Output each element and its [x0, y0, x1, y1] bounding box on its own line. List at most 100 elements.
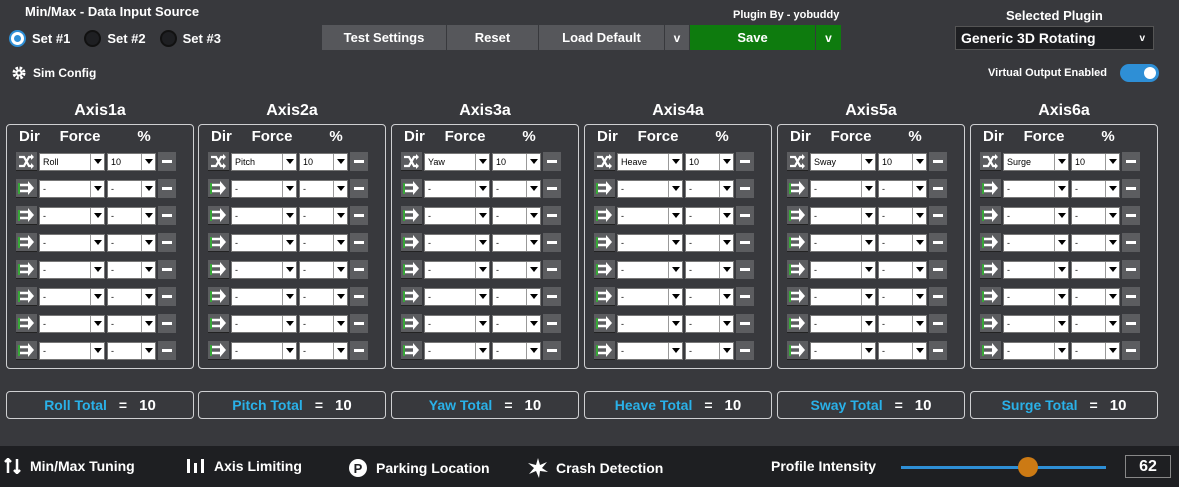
percent-select[interactable]: - — [107, 179, 156, 198]
forward-direction-icon[interactable] — [787, 179, 808, 198]
force-select[interactable]: - — [231, 260, 297, 279]
remove-row-button[interactable] — [350, 287, 368, 306]
percent-select[interactable]: - — [492, 179, 541, 198]
forward-direction-icon[interactable] — [787, 314, 808, 333]
set-2-radio[interactable]: Set #2 — [84, 30, 146, 47]
forward-direction-icon[interactable] — [594, 179, 615, 198]
remove-row-button[interactable] — [158, 287, 176, 306]
force-select[interactable]: - — [231, 314, 297, 333]
percent-select[interactable]: - — [299, 341, 348, 360]
remove-row-button[interactable] — [350, 152, 368, 171]
forward-direction-icon[interactable] — [594, 260, 615, 279]
forward-direction-icon[interactable] — [16, 260, 37, 279]
remove-row-button[interactable] — [543, 341, 561, 360]
percent-select[interactable]: 10 — [1071, 152, 1120, 171]
forward-direction-icon[interactable] — [980, 287, 1001, 306]
forward-direction-icon[interactable] — [401, 233, 422, 252]
forward-direction-icon[interactable] — [787, 206, 808, 225]
force-select[interactable]: - — [1003, 287, 1069, 306]
force-select[interactable]: - — [810, 233, 876, 252]
forward-direction-icon[interactable] — [787, 260, 808, 279]
remove-row-button[interactable] — [736, 287, 754, 306]
remove-row-button[interactable] — [158, 179, 176, 198]
force-select[interactable]: Roll — [39, 152, 105, 171]
force-select[interactable]: - — [810, 287, 876, 306]
force-select[interactable]: - — [1003, 206, 1069, 225]
force-select[interactable]: - — [39, 287, 105, 306]
remove-row-button[interactable] — [736, 206, 754, 225]
forward-direction-icon[interactable] — [16, 314, 37, 333]
remove-row-button[interactable] — [736, 314, 754, 333]
force-select[interactable]: - — [617, 341, 683, 360]
forward-direction-icon[interactable] — [208, 179, 229, 198]
percent-select[interactable]: - — [878, 179, 927, 198]
forward-direction-icon[interactable] — [980, 260, 1001, 279]
remove-row-button[interactable] — [929, 341, 947, 360]
force-select[interactable]: - — [39, 233, 105, 252]
remove-row-button[interactable] — [543, 233, 561, 252]
remove-row-button[interactable] — [350, 206, 368, 225]
percent-select[interactable]: - — [492, 233, 541, 252]
force-select[interactable]: - — [617, 260, 683, 279]
save-button[interactable]: Save — [690, 25, 816, 50]
forward-direction-icon[interactable] — [208, 233, 229, 252]
percent-select[interactable]: - — [1071, 341, 1120, 360]
percent-select[interactable]: 10 — [107, 152, 156, 171]
sim-config-button[interactable]: Sim Config — [11, 65, 96, 81]
force-select[interactable]: - — [231, 233, 297, 252]
remove-row-button[interactable] — [736, 260, 754, 279]
forward-direction-icon[interactable] — [787, 233, 808, 252]
forward-direction-icon[interactable] — [208, 287, 229, 306]
remove-row-button[interactable] — [158, 152, 176, 171]
force-select[interactable]: - — [39, 206, 105, 225]
forward-direction-icon[interactable] — [16, 179, 37, 198]
percent-select[interactable]: - — [685, 341, 734, 360]
percent-select[interactable]: - — [299, 206, 348, 225]
remove-row-button[interactable] — [350, 341, 368, 360]
force-select[interactable]: - — [1003, 179, 1069, 198]
remove-row-button[interactable] — [1122, 287, 1140, 306]
force-select[interactable]: - — [810, 314, 876, 333]
force-select[interactable]: - — [810, 260, 876, 279]
minmax-tuning-tab[interactable]: Min/Max Tuning — [4, 458, 135, 474]
axis-limiting-tab[interactable]: Axis Limiting — [186, 458, 302, 474]
slider-knob[interactable] — [1018, 457, 1039, 477]
forward-direction-icon[interactable] — [980, 341, 1001, 360]
remove-row-button[interactable] — [158, 206, 176, 225]
percent-select[interactable]: - — [492, 260, 541, 279]
percent-select[interactable]: - — [492, 314, 541, 333]
remove-row-button[interactable] — [929, 152, 947, 171]
force-select[interactable]: Heave — [617, 152, 683, 171]
percent-select[interactable]: - — [107, 206, 156, 225]
remove-row-button[interactable] — [158, 341, 176, 360]
percent-select[interactable]: - — [107, 341, 156, 360]
forward-direction-icon[interactable] — [594, 233, 615, 252]
force-select[interactable]: - — [1003, 233, 1069, 252]
force-select[interactable]: Yaw — [424, 152, 490, 171]
remove-row-button[interactable] — [350, 260, 368, 279]
force-select[interactable]: - — [617, 287, 683, 306]
force-select[interactable]: - — [231, 179, 297, 198]
forward-direction-icon[interactable] — [401, 314, 422, 333]
percent-select[interactable]: - — [878, 287, 927, 306]
remove-row-button[interactable] — [929, 287, 947, 306]
shuffle-direction-icon[interactable] — [980, 152, 1001, 171]
shuffle-direction-icon[interactable] — [594, 152, 615, 171]
force-select[interactable]: - — [617, 314, 683, 333]
percent-select[interactable]: - — [299, 260, 348, 279]
percent-select[interactable]: - — [107, 287, 156, 306]
save-dropdown-button[interactable]: v — [816, 25, 841, 50]
remove-row-button[interactable] — [543, 314, 561, 333]
intensity-value[interactable]: 62 — [1125, 455, 1171, 478]
percent-select[interactable]: - — [878, 341, 927, 360]
percent-select[interactable]: - — [492, 206, 541, 225]
percent-select[interactable]: - — [685, 314, 734, 333]
remove-row-button[interactable] — [350, 179, 368, 198]
percent-select[interactable]: - — [299, 287, 348, 306]
remove-row-button[interactable] — [736, 233, 754, 252]
force-select[interactable]: - — [617, 179, 683, 198]
forward-direction-icon[interactable] — [401, 179, 422, 198]
shuffle-direction-icon[interactable] — [208, 152, 229, 171]
forward-direction-icon[interactable] — [208, 260, 229, 279]
forward-direction-icon[interactable] — [594, 314, 615, 333]
